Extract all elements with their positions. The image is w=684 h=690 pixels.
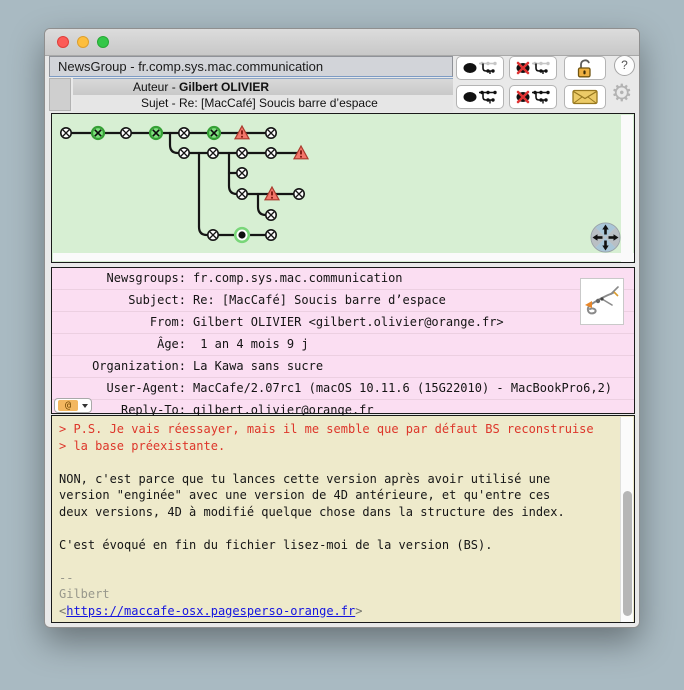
thread-node-green[interactable]	[150, 127, 162, 139]
message-text: > P.S. Je vais réessayer, mais il me sem…	[52, 416, 620, 622]
header-row: Subject:Re: [MacCafé] Soucis barre d’esp…	[52, 290, 634, 312]
crashed-plane-doodle-icon	[581, 279, 623, 324]
zoom-button[interactable]	[97, 36, 109, 48]
author-row: Auteur - Gilbert OLIVIER	[73, 78, 453, 95]
header-rows: Newsgroups:fr.comp.sys.mac.communication…	[52, 268, 634, 421]
subject-row: Sujet - Re: [MacCafé] Soucis barre d’esp…	[73, 95, 453, 112]
newsgroup-title-bar: NewsGroup - fr.comp.sys.mac.communicatio…	[49, 56, 453, 77]
header-label: Âge:	[52, 334, 186, 355]
thread-node-cross[interactable]	[208, 230, 218, 240]
lock-button[interactable]	[564, 56, 606, 80]
header-value: 1 an 4 mois 9 j	[186, 334, 309, 355]
help-button[interactable]: ?	[614, 55, 635, 76]
header-row: Âge: 1 an 4 mois 9 j	[52, 334, 634, 356]
map-vertical-scroll-area[interactable]	[621, 115, 633, 263]
map-horizontal-scroll-area[interactable]	[53, 253, 635, 261]
author-name: Gilbert OLIVIER	[179, 80, 269, 94]
traffic-lights	[57, 36, 109, 48]
chevron-down-icon[interactable]	[82, 404, 88, 408]
header-row: User-Agent:MacCafe/2.07rc1 (macOS 10.11.…	[52, 378, 634, 400]
thread-node-cross[interactable]	[61, 128, 71, 138]
message-line	[59, 520, 616, 537]
header-row: From:Gilbert OLIVIER <gilbert.olivier@or…	[52, 312, 634, 334]
header-value: MacCafe/2.07rc1 (macOS 10.11.6 (15G22010…	[186, 378, 612, 399]
header-label: Newsgroups:	[52, 268, 186, 289]
header-value: fr.comp.sys.mac.communication	[186, 268, 403, 289]
thread-map-pane[interactable]	[51, 113, 635, 263]
thread-node-cross[interactable]	[121, 128, 131, 138]
thread-collapsed-icon	[462, 60, 498, 76]
thread-node-green[interactable]	[92, 127, 104, 139]
expand-delete-thread-button[interactable]	[509, 85, 557, 109]
collapse-delete-thread-button[interactable]	[509, 56, 557, 80]
corner-box	[49, 78, 71, 111]
header-label: User-Agent:	[52, 378, 186, 399]
author-label: Auteur -	[133, 80, 179, 94]
message-line: NON, c'est parce que tu lances cette ver…	[59, 471, 616, 488]
header-label: Subject:	[52, 290, 186, 311]
header-row: Newsgroups:fr.comp.sys.mac.communication	[52, 268, 634, 290]
close-button[interactable]	[57, 36, 69, 48]
envelope-icon	[572, 88, 598, 106]
title-bar[interactable]	[45, 29, 639, 56]
header-row: Organization:La Kawa sans sucre	[52, 356, 634, 378]
message-line	[59, 454, 616, 471]
compass-navigation-button[interactable]	[590, 222, 621, 253]
thread-node-cross[interactable]	[237, 168, 247, 178]
thread-edge	[170, 133, 301, 153]
thread-collapsed-delete-icon	[515, 60, 551, 76]
thread-node-selected[interactable]	[235, 228, 249, 242]
message-line: > P.S. Je vais réessayer, mais il me sem…	[59, 421, 616, 438]
minimize-button[interactable]	[77, 36, 89, 48]
message-line: --	[59, 570, 616, 587]
message-line: Gilbert	[59, 586, 616, 603]
thread-node-cross[interactable]	[266, 210, 276, 220]
lock-open-icon	[574, 58, 596, 79]
expand-thread-button[interactable]	[456, 85, 504, 109]
header-label: From:	[52, 312, 186, 333]
thread-expanded-icon	[462, 89, 498, 105]
thread-node-cross[interactable]	[208, 148, 218, 158]
thread-node-cross[interactable]	[266, 148, 276, 158]
collapse-thread-button[interactable]	[456, 56, 504, 80]
maccafe-window: NewsGroup - fr.comp.sys.mac.communicatio…	[44, 28, 640, 628]
header-value: La Kawa sans sucre	[186, 356, 323, 377]
thread-node-cross[interactable]	[179, 148, 189, 158]
message-link[interactable]: https://maccafe-osx.pagesperso-orange.fr	[66, 604, 355, 618]
email-address-button[interactable]: @	[54, 398, 92, 413]
mail-reply-button[interactable]	[564, 85, 606, 109]
thread-node-cross[interactable]	[179, 128, 189, 138]
message-body-pane: > P.S. Je vais réessayer, mais il me sem…	[51, 415, 635, 623]
thread-node-cross[interactable]	[266, 128, 276, 138]
desktop: { "window": { "newsgroup_title": "NewsGr…	[0, 0, 684, 690]
message-line: <https://maccafe-osx.pagesperso-orange.f…	[59, 603, 616, 620]
stamp-image	[580, 278, 624, 325]
thread-node-green[interactable]	[208, 127, 220, 139]
message-line: > la base préexistante.	[59, 438, 616, 455]
thread-node-cross[interactable]	[237, 189, 247, 199]
message-line	[59, 553, 616, 570]
scrollbar-thumb[interactable]	[623, 491, 632, 616]
thread-node-cross[interactable]	[237, 148, 247, 158]
message-line: version "enginée" avec une version de 4D…	[59, 487, 616, 504]
header-value: Re: [MacCafé] Soucis barre d’espace	[186, 290, 446, 311]
thread-node-cross[interactable]	[294, 189, 304, 199]
header-label: Organization:	[52, 356, 186, 377]
message-line: deux versions, 4D à modifié quelque chos…	[59, 504, 616, 521]
header-value: Gilbert OLIVIER <gilbert.olivier@orange.…	[186, 312, 504, 333]
thread-map[interactable]	[52, 114, 634, 262]
thread-node-cross[interactable]	[266, 230, 276, 240]
at-icon: @	[58, 400, 78, 411]
gear-icon[interactable]: ⚙	[611, 81, 633, 105]
article-headers-pane: Newsgroups:fr.comp.sys.mac.communication…	[51, 267, 635, 414]
thread-expanded-delete-icon	[515, 89, 551, 105]
scrollbar-track[interactable]	[620, 417, 633, 623]
message-line: C'est évoqué en fin du fichier lisez-moi…	[59, 537, 616, 554]
